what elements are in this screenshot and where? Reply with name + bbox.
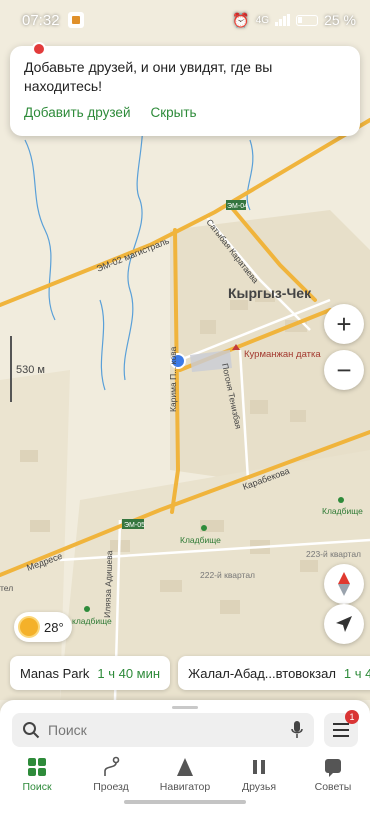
hide-button[interactable]: Скрыть bbox=[150, 105, 196, 120]
grid-icon bbox=[28, 758, 46, 776]
status-time: 07:32 bbox=[22, 11, 60, 29]
bottom-panel: Поиск 1 Поиск Проезд Навигатор Друзья Со… bbox=[0, 700, 370, 814]
quarter-label: 223-й квартал bbox=[306, 549, 361, 559]
signal-icon bbox=[275, 14, 291, 26]
home-indicator[interactable] bbox=[124, 800, 246, 804]
cemetery-label: Кладбище bbox=[322, 506, 363, 516]
route-name: Жалал-Абад...втовокзал bbox=[188, 665, 336, 681]
search-icon bbox=[23, 722, 40, 739]
tab-navigator[interactable]: Навигатор bbox=[148, 756, 222, 793]
search-bar[interactable]: Поиск bbox=[12, 713, 314, 747]
road-shield-label: ЭМ-04 bbox=[227, 203, 248, 210]
tab-label: Советы bbox=[314, 781, 352, 793]
weather-temp: 28° bbox=[44, 619, 64, 635]
zoom-in-button[interactable]: + bbox=[324, 304, 364, 344]
city-label: Кыргыз-Чек bbox=[228, 285, 312, 301]
tab-friends[interactable]: Друзья bbox=[222, 756, 296, 793]
route-chip[interactable]: Manas Park 1 ч 40 мин bbox=[10, 656, 171, 690]
scale-label: 530 м bbox=[16, 364, 45, 376]
scale-bar bbox=[10, 336, 12, 402]
microphone-icon[interactable] bbox=[290, 720, 304, 740]
cemetery-label: Кладбище bbox=[180, 535, 221, 545]
panel-drag-handle[interactable] bbox=[172, 706, 198, 709]
zoom-out-button[interactable]: − bbox=[324, 350, 364, 390]
friends-icon bbox=[253, 760, 265, 774]
my-location-button[interactable] bbox=[324, 604, 364, 644]
route-icon bbox=[104, 756, 120, 776]
app-notification-icon bbox=[67, 12, 84, 28]
compass-button[interactable] bbox=[324, 564, 364, 604]
poi-label: Курманжан датка bbox=[244, 349, 321, 360]
tab-search[interactable]: Поиск bbox=[0, 756, 74, 793]
cemetery-label: кладбище bbox=[72, 616, 112, 626]
tips-icon bbox=[325, 759, 341, 777]
add-friends-button[interactable]: Добавить друзей bbox=[24, 105, 130, 120]
compass-icon bbox=[338, 572, 350, 596]
weather-widget[interactable]: 28° bbox=[14, 612, 72, 642]
route-suggestions: Manas Park 1 ч 40 мин Жалал-Абад...втово… bbox=[10, 656, 370, 690]
alarm-icon: ⏰ bbox=[232, 11, 250, 28]
friends-notification-badge bbox=[32, 42, 46, 56]
add-friends-popup: Добавьте друзей, и они увидят, где вы на… bbox=[10, 46, 360, 136]
route-time: 1 ч 4 bbox=[343, 665, 370, 681]
navigation-arrow-icon bbox=[336, 616, 352, 632]
search-input[interactable]: Поиск bbox=[48, 722, 282, 738]
road-label: Карима П... кова bbox=[168, 346, 178, 412]
route-chip[interactable]: Жалал-Абад...втовокзал 1 ч 4 bbox=[178, 656, 370, 690]
tab-label: Навигатор bbox=[159, 781, 211, 793]
tab-tips[interactable]: Советы bbox=[296, 756, 370, 793]
tab-label: Проезд bbox=[93, 781, 129, 793]
menu-badge: 1 bbox=[345, 710, 359, 724]
network-label: 4G bbox=[255, 14, 270, 26]
route-time: 1 ч 40 мин bbox=[97, 665, 161, 681]
battery-icon bbox=[296, 14, 319, 26]
tab-label: Друзья bbox=[241, 781, 277, 793]
quarter-label: 222-й квартал bbox=[200, 570, 255, 580]
map-label: тел bbox=[0, 583, 13, 593]
tab-route[interactable]: Проезд bbox=[74, 756, 148, 793]
popup-message: Добавьте друзей, и они увидят, где вы на… bbox=[24, 59, 273, 94]
road-shield-label: ЭМ-05 bbox=[124, 522, 145, 529]
status-bar: 07:32 ⏰ 4G 25 % bbox=[0, 0, 370, 40]
tab-bar: Поиск Проезд Навигатор Друзья Советы bbox=[0, 756, 370, 793]
sun-icon bbox=[20, 618, 38, 636]
battery-level: 25 % bbox=[324, 12, 356, 28]
route-name: Manas Park bbox=[20, 665, 90, 681]
tab-label: Поиск bbox=[22, 781, 52, 793]
navigator-icon bbox=[177, 758, 193, 776]
